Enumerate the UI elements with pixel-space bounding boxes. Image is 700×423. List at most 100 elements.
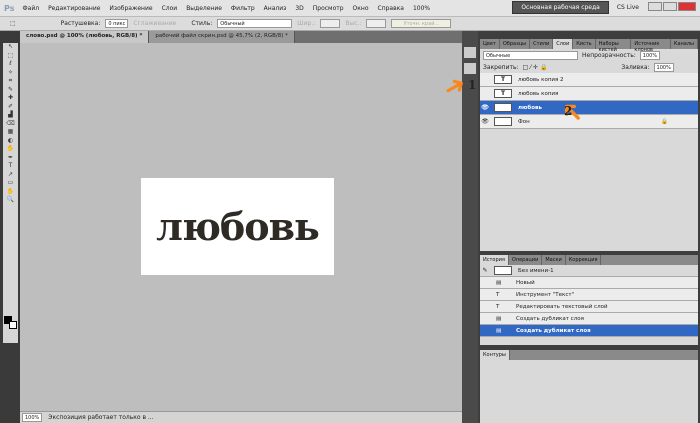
history-item[interactable]: ▤ Создать дубликат слоя	[480, 313, 698, 325]
panel-tab[interactable]: Цвет	[480, 39, 500, 49]
close-button[interactable]	[678, 2, 696, 11]
tool-icon[interactable]: ▟	[3, 111, 18, 120]
history-item[interactable]: T Редактировать текстовый слой	[480, 301, 698, 313]
panel-tab[interactable]: Кисть	[573, 39, 596, 49]
panel-tab[interactable]: История	[480, 255, 509, 265]
opacity-input[interactable]: 100%	[639, 50, 661, 60]
background-color[interactable]	[9, 321, 17, 329]
layer-row[interactable]: 👁 Фон 🔒	[480, 115, 698, 129]
antialias-checkbox[interactable]: Сглаживание	[133, 20, 176, 27]
history-label: Новый	[516, 279, 535, 286]
menu-edit[interactable]: Редактирование	[48, 5, 100, 12]
history-item[interactable]: ▤ Новый	[480, 277, 698, 289]
tool-icon[interactable]: ✋	[3, 145, 18, 154]
document-tabs: слово.psd @ 100% (любовь, RGB/8) * рабоч…	[20, 31, 462, 43]
menu-window[interactable]: Окно	[353, 5, 369, 12]
document-canvas[interactable]: любовь	[141, 178, 334, 275]
photoshop-logo: Ps	[4, 3, 15, 13]
tool-icon[interactable]: T	[3, 162, 18, 171]
blend-mode-select[interactable]: Обычные	[483, 50, 578, 60]
tab-paths[interactable]: Контуры	[480, 350, 510, 360]
menu-3d[interactable]: 3D	[295, 5, 303, 12]
minimize-button[interactable]	[648, 2, 662, 11]
status-zoom[interactable]: 100%	[22, 413, 43, 422]
menu-file[interactable]: Файл	[22, 5, 39, 12]
history-item[interactable]: T Инструмент "Текст"	[480, 289, 698, 301]
menu-view[interactable]: Просмотр	[313, 5, 344, 12]
panel-tab[interactable]: Стили	[530, 39, 554, 49]
tool-icon[interactable]: ✋	[3, 188, 18, 197]
history-step-icon: ▤	[496, 279, 502, 286]
height-label: Выс.:	[345, 20, 362, 27]
tool-icon[interactable]: ✒	[3, 154, 18, 163]
tools-panel: ↖ ⬚ ℓ ✧ ⌗ ✎ ✚ ✐ ▟ ⌫ ▦ ◐ ✋ ✒ T ↗ ▭ ✋ 🔍	[0, 31, 20, 423]
history-step-icon: ▤	[496, 315, 502, 322]
layer-name: любовь копия 2	[518, 76, 564, 83]
history-label: Редактировать текстовый слой	[516, 303, 608, 310]
tool-icon[interactable]: ↖	[3, 43, 18, 52]
menu-image[interactable]: Изображение	[109, 5, 152, 12]
tool-icon[interactable]: ℓ	[3, 60, 18, 69]
history-label: Создать дубликат слоя	[516, 315, 584, 322]
feather-input[interactable]: 0 пикс	[105, 19, 129, 28]
layer-thumbnail: T	[494, 89, 512, 98]
zoom-select[interactable]: 100%	[413, 5, 430, 12]
tool-icon[interactable]: 🔍	[3, 196, 18, 205]
feather-label: Растушевка:	[60, 20, 101, 27]
panel-tab[interactable]: Наборы кистей	[596, 39, 632, 53]
workspace-button[interactable]: Основная рабочая среда	[512, 1, 609, 14]
tool-icon[interactable]: ◐	[3, 137, 18, 146]
tool-icon[interactable]: ✎	[3, 86, 18, 95]
refine-edge-button[interactable]: Уточн. край...	[391, 19, 452, 28]
options-bar: ⬚ Растушевка: 0 пикс Сглаживание Стиль: …	[0, 16, 700, 31]
tool-icon[interactable]: ✧	[3, 69, 18, 78]
history-label: Создать дубликат слоя	[516, 327, 591, 334]
cs-live-button[interactable]: CS Live	[617, 4, 639, 11]
status-message[interactable]: Экспозиция работает только в ...	[48, 414, 153, 421]
dock-panel-icon[interactable]	[464, 47, 476, 58]
layer-name: Фон	[518, 118, 530, 125]
tool-icon[interactable]: ▦	[3, 128, 18, 137]
visibility-eye-icon[interactable]: 👁	[480, 104, 490, 111]
tool-icon[interactable]: ⬚	[3, 52, 18, 61]
panel-tab[interactable]: Слои	[553, 39, 574, 49]
tool-icon[interactable]: ✚	[3, 94, 18, 103]
menu-bar: Ps Файл Редактирование Изображение Слои …	[0, 0, 700, 16]
menu-filter[interactable]: Фильтр	[231, 5, 255, 12]
history-item[interactable]: ▤ Создать дубликат слоя	[480, 325, 698, 337]
menu-select[interactable]: Выделение	[186, 5, 222, 12]
menu-layers[interactable]: Слои	[162, 5, 178, 12]
width-label: Шир.:	[297, 20, 316, 27]
width-input[interactable]	[320, 19, 341, 28]
panel-tab[interactable]: Образцы	[500, 39, 531, 49]
tab-working-file[interactable]: рабочий файл скрин.psd @ 45,7% (2, RGB/8…	[149, 31, 295, 43]
panel-tab[interactable]: Источник клонов	[631, 39, 671, 53]
marquee-icon[interactable]: ⬚	[10, 20, 16, 27]
status-bar: 100% Экспозиция работает только в ...	[20, 411, 462, 423]
tool-icon[interactable]: ↗	[3, 171, 18, 180]
dock-panel-icon[interactable]	[464, 63, 476, 74]
menu-help[interactable]: Справка	[378, 5, 404, 12]
layer-row[interactable]: Tлюбовь копия	[480, 87, 698, 101]
history-snapshot[interactable]: ✎ Без имени-1	[480, 265, 698, 277]
tool-icon[interactable]: ⌗	[3, 77, 18, 86]
panel-tab[interactable]: Каналы	[671, 39, 698, 49]
layer-row[interactable]: Tлюбовь копия 2	[480, 73, 698, 87]
visibility-eye-icon[interactable]: 👁	[480, 118, 490, 125]
lock-icons[interactable]: □ ⁄ ✛ 🔒	[523, 64, 548, 71]
tool-icon[interactable]: ✐	[3, 103, 18, 112]
restore-button[interactable]	[663, 2, 677, 11]
annotation-number-2: 2	[564, 104, 573, 118]
tab-slovo[interactable]: слово.psd @ 100% (любовь, RGB/8) *	[20, 31, 150, 43]
tool-icon[interactable]: ▭	[3, 179, 18, 188]
tool-icon[interactable]: ⌫	[3, 120, 18, 129]
height-input[interactable]	[366, 19, 387, 28]
panel-tab[interactable]: Операции	[509, 255, 543, 265]
history-step-icon: T	[496, 291, 500, 298]
panel-tab[interactable]: Маски	[542, 255, 566, 265]
fill-input[interactable]: 100%	[653, 62, 674, 72]
panel-tab[interactable]: Коррекция	[566, 255, 602, 265]
layer-thumbnail	[494, 117, 512, 126]
style-select[interactable]: Обычный	[217, 19, 293, 28]
menu-analysis[interactable]: Анализ	[264, 5, 287, 12]
